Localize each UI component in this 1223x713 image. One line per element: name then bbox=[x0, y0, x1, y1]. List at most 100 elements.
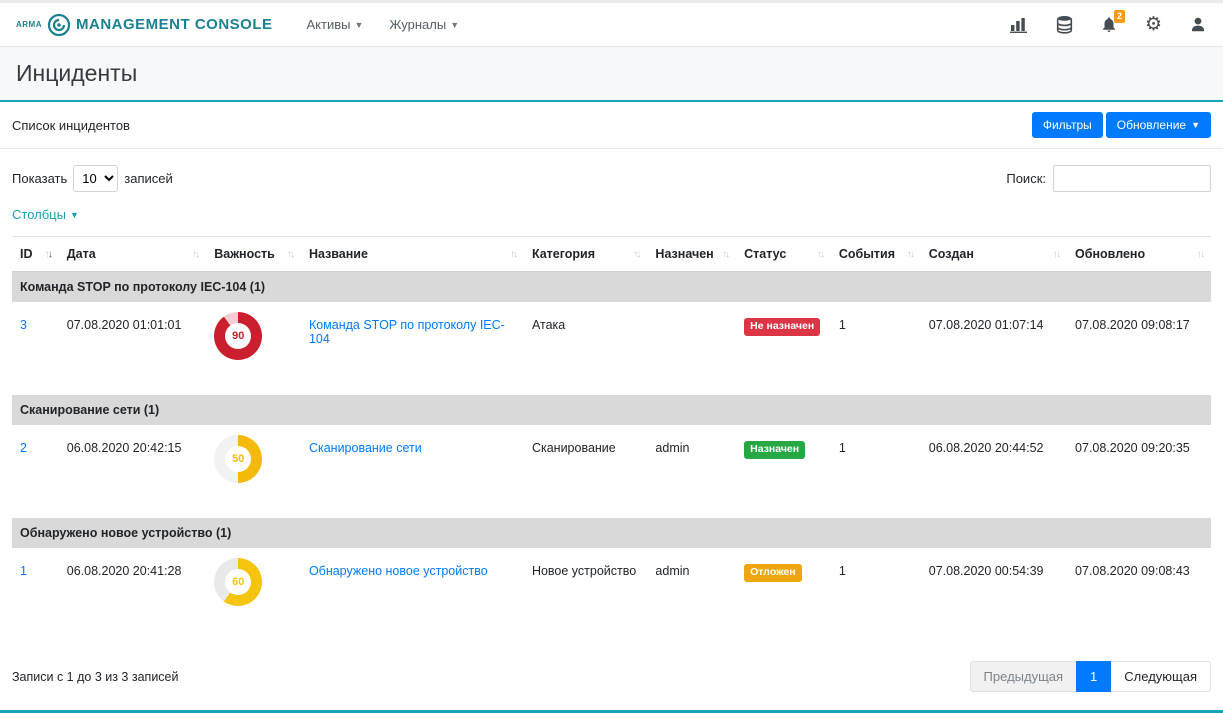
incident-name-link[interactable]: Сканирование сети bbox=[309, 441, 422, 455]
severity-donut: 90 bbox=[214, 312, 262, 360]
column-header-status[interactable]: Статус↑↓ bbox=[736, 237, 831, 272]
filters-button[interactable]: Фильтры bbox=[1032, 112, 1103, 138]
severity-value: 50 bbox=[232, 453, 244, 465]
pagination-page-1-button[interactable]: 1 bbox=[1076, 661, 1111, 692]
incident-assigned: admin bbox=[647, 425, 736, 518]
notification-count-badge: 2 bbox=[1114, 10, 1125, 23]
menu-logs[interactable]: Журналы ▼ bbox=[389, 17, 459, 32]
sort-icon: ↑↓ bbox=[287, 249, 293, 260]
arma-logo-icon bbox=[47, 13, 71, 37]
incident-events-count: 1 bbox=[831, 425, 921, 518]
page-title: Инциденты bbox=[16, 60, 1207, 87]
incident-updated: 07.08.2020 09:20:35 bbox=[1067, 425, 1211, 518]
status-badge: Назначен bbox=[744, 441, 805, 459]
menu-logs-label: Журналы bbox=[389, 17, 446, 32]
sort-icon: ↑↓ bbox=[510, 249, 516, 260]
sort-icon: ↑↓ bbox=[45, 249, 51, 260]
notifications-bell-icon[interactable]: 2 bbox=[1100, 15, 1118, 34]
chevron-down-icon: ▼ bbox=[1191, 120, 1200, 130]
pagination: Предыдущая 1 Следующая bbox=[971, 661, 1211, 692]
columns-row: Столбцы ▼ bbox=[0, 198, 1223, 236]
incident-id-link[interactable]: 3 bbox=[20, 318, 27, 332]
panel-header: Список инцидентов Фильтры Обновление ▼ bbox=[0, 102, 1223, 149]
columns-dropdown[interactable]: Столбцы ▼ bbox=[12, 207, 79, 222]
top-navbar: ARMA MANAGEMENT CONSOLE Активы ▼ Журналы… bbox=[0, 3, 1223, 47]
severity-value: 90 bbox=[232, 330, 244, 342]
page-header: Инциденты bbox=[0, 47, 1223, 102]
table-controls: Показать 10 записей Поиск: bbox=[0, 149, 1223, 198]
incident-created: 06.08.2020 20:44:52 bbox=[921, 425, 1067, 518]
refresh-dropdown-button[interactable]: Обновление ▼ bbox=[1106, 112, 1211, 138]
incident-row: 3 07.08.2020 01:01:01 90 Команда STOP по… bbox=[12, 302, 1211, 395]
records-info: Записи с 1 до 3 из 3 записей bbox=[12, 670, 178, 684]
chevron-down-icon: ▼ bbox=[354, 20, 363, 30]
group-label: Обнаружено новое устройство (1) bbox=[12, 518, 1211, 548]
column-header-created[interactable]: Создан↑↓ bbox=[921, 237, 1067, 272]
incident-name-link[interactable]: Обнаружено новое устройство bbox=[309, 564, 488, 578]
group-label: Сканирование сети (1) bbox=[12, 395, 1211, 425]
column-header-updated[interactable]: Обновлено↑↓ bbox=[1067, 237, 1211, 272]
column-header-category[interactable]: Категория↑↓ bbox=[524, 237, 647, 272]
incident-updated: 07.08.2020 09:08:43 bbox=[1067, 548, 1211, 641]
incident-date: 07.08.2020 01:01:01 bbox=[59, 302, 206, 395]
sort-icon: ↑↓ bbox=[722, 249, 728, 260]
sort-icon: ↑↓ bbox=[817, 249, 823, 260]
brand-prefix-label: ARMA bbox=[16, 20, 42, 29]
incident-row: 2 06.08.2020 20:42:15 50 Сканирование се… bbox=[12, 425, 1211, 518]
group-header-row: Обнаружено новое устройство (1) bbox=[12, 518, 1211, 548]
chevron-down-icon: ▼ bbox=[450, 20, 459, 30]
table-footer: Записи с 1 до 3 из 3 записей Предыдущая … bbox=[0, 641, 1223, 708]
incident-id-link[interactable]: 2 bbox=[20, 441, 27, 455]
incident-category: Новое устройство bbox=[524, 548, 647, 641]
pagination-previous-button[interactable]: Предыдущая bbox=[970, 661, 1078, 692]
settings-gear-icon[interactable]: ⚙ bbox=[1145, 15, 1162, 34]
incident-assigned bbox=[647, 302, 736, 395]
column-header-assigned[interactable]: Назначен↑↓ bbox=[647, 237, 736, 272]
refresh-button-label: Обновление bbox=[1117, 118, 1186, 132]
status-badge: Отложен bbox=[744, 564, 801, 582]
brand-title: MANAGEMENT CONSOLE bbox=[76, 16, 273, 33]
column-header-id[interactable]: ID↑↓ bbox=[12, 237, 59, 272]
incident-assigned: admin bbox=[647, 548, 736, 641]
column-header-name[interactable]: Название↑↓ bbox=[301, 237, 524, 272]
severity-donut: 60 bbox=[214, 558, 262, 606]
database-icon[interactable] bbox=[1056, 15, 1073, 34]
user-profile-icon[interactable] bbox=[1189, 15, 1207, 34]
search-label: Поиск: bbox=[1006, 171, 1046, 186]
sort-icon: ↑↓ bbox=[1197, 249, 1203, 260]
incident-id-link[interactable]: 1 bbox=[20, 564, 27, 578]
page-size-select[interactable]: 10 bbox=[73, 165, 118, 192]
main-menu: Активы ▼ Журналы ▼ bbox=[307, 17, 460, 32]
charts-icon[interactable] bbox=[1010, 16, 1029, 33]
incident-date: 06.08.2020 20:42:15 bbox=[59, 425, 206, 518]
sort-icon: ↑↓ bbox=[192, 249, 198, 260]
show-label: Показать bbox=[12, 171, 67, 186]
column-header-events[interactable]: События↑↓ bbox=[831, 237, 921, 272]
columns-dropdown-label: Столбцы bbox=[12, 207, 66, 222]
incident-created: 07.08.2020 00:54:39 bbox=[921, 548, 1067, 641]
incident-events-count: 1 bbox=[831, 548, 921, 641]
incident-category: Сканирование bbox=[524, 425, 647, 518]
sort-icon: ↑↓ bbox=[907, 249, 913, 260]
search-input[interactable] bbox=[1053, 165, 1211, 192]
severity-value: 60 bbox=[232, 576, 244, 588]
status-badge: Не назначен bbox=[744, 318, 820, 336]
group-header-row: Команда STOP по протоколу IEC-104 (1) bbox=[12, 272, 1211, 303]
column-header-severity[interactable]: Важность↑↓ bbox=[206, 237, 301, 272]
pagination-next-button[interactable]: Следующая bbox=[1110, 661, 1211, 692]
chevron-down-icon: ▼ bbox=[70, 210, 79, 220]
filters-button-label: Фильтры bbox=[1043, 118, 1092, 132]
menu-assets[interactable]: Активы ▼ bbox=[307, 17, 364, 32]
column-header-date[interactable]: Дата↑↓ bbox=[59, 237, 206, 272]
brand-logo[interactable]: ARMA MANAGEMENT CONSOLE bbox=[16, 13, 273, 37]
group-label: Команда STOP по протоколу IEC-104 (1) bbox=[12, 272, 1211, 303]
incident-updated: 07.08.2020 09:08:17 bbox=[1067, 302, 1211, 395]
incident-name-link[interactable]: Команда STOP по протоколу IEC-104 bbox=[309, 318, 505, 346]
severity-donut: 50 bbox=[214, 435, 262, 483]
records-label: записей bbox=[124, 171, 172, 186]
incidents-table: ID↑↓ Дата↑↓ Важность↑↓ Название↑↓ Катего… bbox=[12, 236, 1211, 641]
group-header-row: Сканирование сети (1) bbox=[12, 395, 1211, 425]
incident-events-count: 1 bbox=[831, 302, 921, 395]
menu-assets-label: Активы bbox=[307, 17, 351, 32]
incident-date: 06.08.2020 20:41:28 bbox=[59, 548, 206, 641]
